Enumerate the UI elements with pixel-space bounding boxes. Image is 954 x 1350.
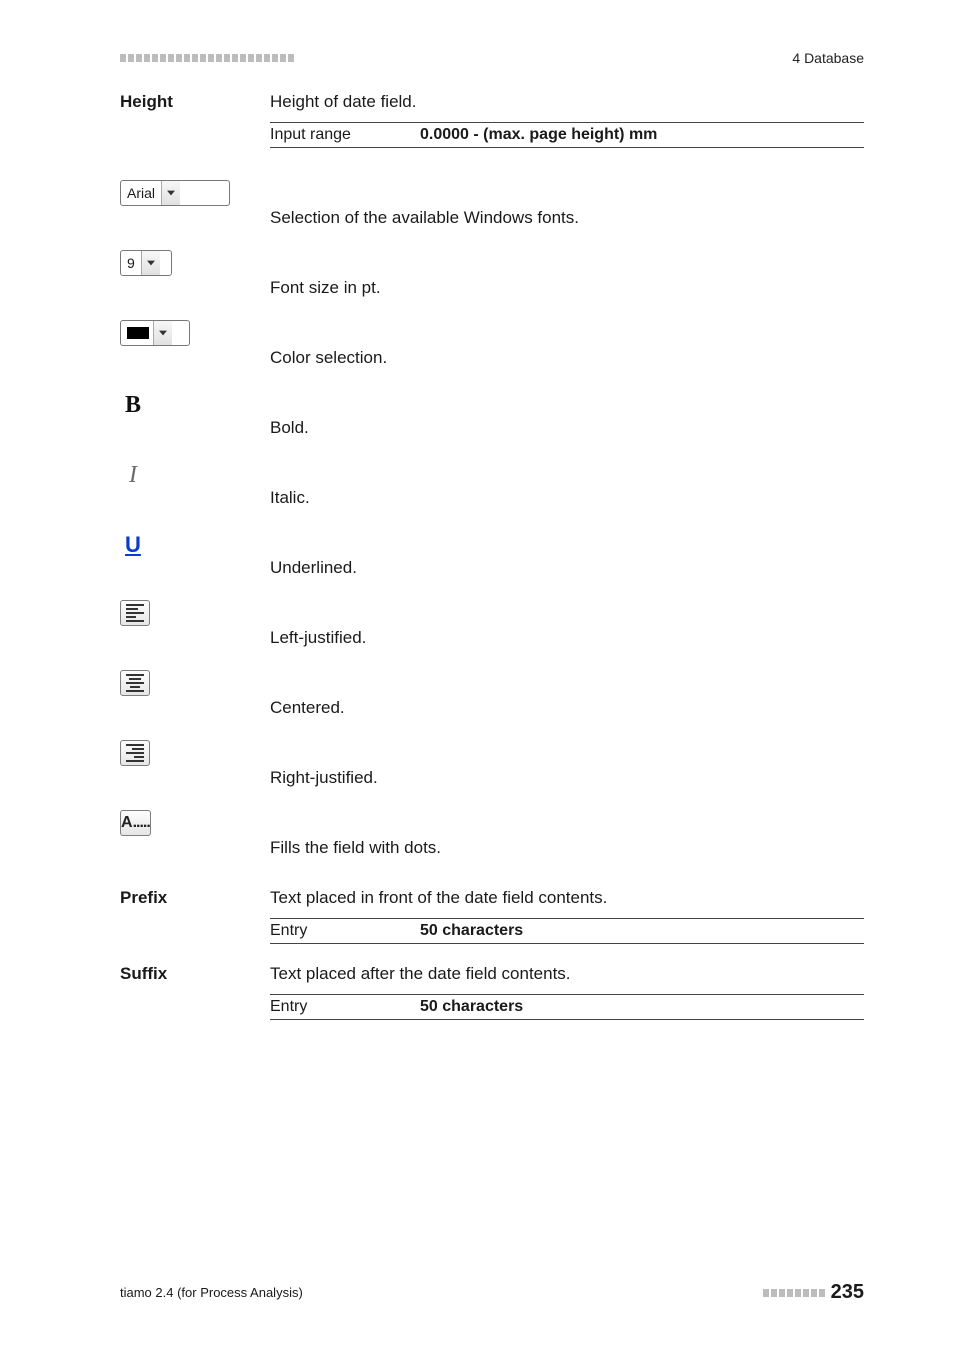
align-center-desc: Centered.: [270, 670, 864, 718]
align-center-button[interactable]: [120, 670, 150, 696]
font-size-desc: Font size in pt.: [270, 250, 864, 298]
underline-icon: U: [125, 532, 141, 558]
font-size-value: 9: [121, 255, 141, 271]
fill-dots-button[interactable]: A.....: [120, 810, 151, 836]
page-number: 235: [831, 1281, 864, 1304]
suffix-spec: Entry 50 characters: [270, 994, 864, 1020]
suffix-label: Suffix: [120, 962, 260, 1030]
align-left-button[interactable]: [120, 600, 150, 626]
align-center-icon: [126, 674, 144, 692]
align-right-desc: Right-justified.: [270, 740, 864, 788]
bold-button[interactable]: B: [120, 390, 146, 420]
font-color-dropdown[interactable]: [120, 320, 190, 346]
prefix-spec-value: 50 characters: [420, 922, 864, 940]
height-spec-key: Input range: [270, 126, 420, 144]
header-decoration: [120, 54, 294, 62]
font-family-desc: Selection of the available Windows fonts…: [270, 180, 864, 228]
color-swatch-icon: [127, 327, 149, 339]
underline-button[interactable]: U: [120, 530, 146, 560]
suffix-desc: Text placed after the date field content…: [270, 964, 864, 984]
fill-dots-desc: Fills the field with dots.: [270, 810, 864, 858]
font-family-dropdown[interactable]: Arial: [120, 180, 230, 206]
fill-dots-icon: A.....: [121, 814, 150, 832]
height-spec: Input range 0.0000 - (max. page height) …: [270, 122, 864, 148]
underline-desc: Underlined.: [270, 530, 864, 578]
suffix-spec-key: Entry: [270, 998, 420, 1016]
height-desc: Height of date field.: [270, 92, 864, 112]
align-right-button[interactable]: [120, 740, 150, 766]
suffix-spec-value: 50 characters: [420, 998, 864, 1016]
height-spec-value: 0.0000 - (max. page height) mm: [420, 126, 864, 144]
prefix-spec: Entry 50 characters: [270, 918, 864, 944]
footer-decoration: [763, 1289, 825, 1297]
italic-button[interactable]: I: [120, 460, 146, 490]
dropdown-arrow-icon: [141, 251, 160, 275]
bold-icon: B: [125, 392, 141, 419]
dropdown-arrow-icon: [153, 321, 172, 345]
bold-desc: Bold.: [270, 390, 864, 438]
italic-icon: I: [129, 462, 137, 489]
align-right-icon: [126, 744, 144, 762]
font-family-value: Arial: [121, 185, 161, 201]
italic-desc: Italic.: [270, 460, 864, 508]
header-chapter: 4 Database: [792, 50, 864, 66]
footer-product: tiamo 2.4 (for Process Analysis): [120, 1285, 303, 1300]
align-left-desc: Left-justified.: [270, 600, 864, 648]
font-size-dropdown[interactable]: 9: [120, 250, 172, 276]
height-label: Height: [120, 90, 260, 158]
prefix-desc: Text placed in front of the date field c…: [270, 888, 864, 908]
font-color-desc: Color selection.: [270, 320, 864, 368]
dropdown-arrow-icon: [161, 181, 180, 205]
prefix-label: Prefix: [120, 886, 260, 954]
align-left-icon: [126, 604, 144, 622]
prefix-spec-key: Entry: [270, 922, 420, 940]
